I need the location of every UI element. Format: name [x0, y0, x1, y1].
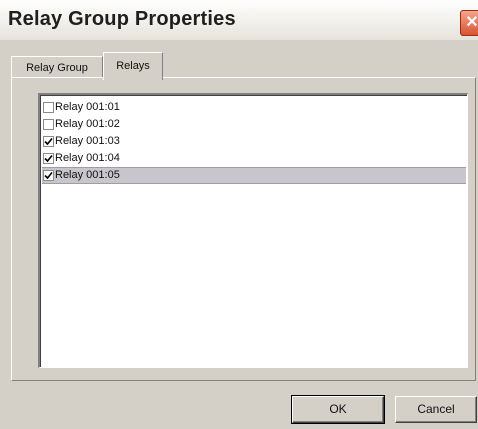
list-item-relay-001-05[interactable]: Relay 001:05: [42, 167, 466, 184]
relay-label: Relay 001:03: [55, 135, 120, 147]
relay-checkbox[interactable]: [43, 136, 54, 147]
list-item-relay-001-01[interactable]: Relay 001:01: [42, 99, 466, 116]
relay-checkbox[interactable]: [43, 102, 54, 113]
cancel-button[interactable]: Cancel: [395, 396, 477, 423]
ok-button[interactable]: OK: [291, 395, 385, 424]
list-item-relay-001-02[interactable]: Relay 001:02: [42, 116, 466, 133]
close-icon: ✕: [465, 14, 478, 31]
checkmark-icon: [44, 171, 53, 180]
checkmark-icon: [44, 137, 53, 146]
relay-checkbox[interactable]: [43, 170, 54, 181]
list-item-relay-001-04[interactable]: Relay 001:04: [42, 150, 466, 167]
window-title: Relay Group Properties: [8, 8, 236, 30]
tab-relays[interactable]: Relays: [103, 52, 163, 80]
checkmark-icon: [44, 154, 53, 163]
relay-group-properties-dialog: Relay Group Properties ✕ Relay Group Rel…: [0, 0, 478, 429]
relay-checkbox[interactable]: [43, 153, 54, 164]
relay-label: Relay 001:01: [55, 101, 120, 113]
relay-label: Relay 001:05: [55, 169, 120, 181]
tab-relay-group[interactable]: Relay Group: [11, 56, 103, 79]
relay-label: Relay 001:04: [55, 152, 120, 164]
close-button[interactable]: ✕: [460, 10, 478, 36]
relay-checklist[interactable]: Relay 001:01 Relay 001:02 Relay 001:03 R…: [38, 93, 468, 368]
relay-checkbox[interactable]: [43, 119, 54, 130]
relays-tab-panel: Relay 001:01 Relay 001:02 Relay 001:03 R…: [11, 77, 476, 381]
title-bar: Relay Group Properties ✕: [0, 0, 478, 40]
relay-label: Relay 001:02: [55, 118, 120, 130]
list-item-relay-001-03[interactable]: Relay 001:03: [42, 133, 466, 150]
